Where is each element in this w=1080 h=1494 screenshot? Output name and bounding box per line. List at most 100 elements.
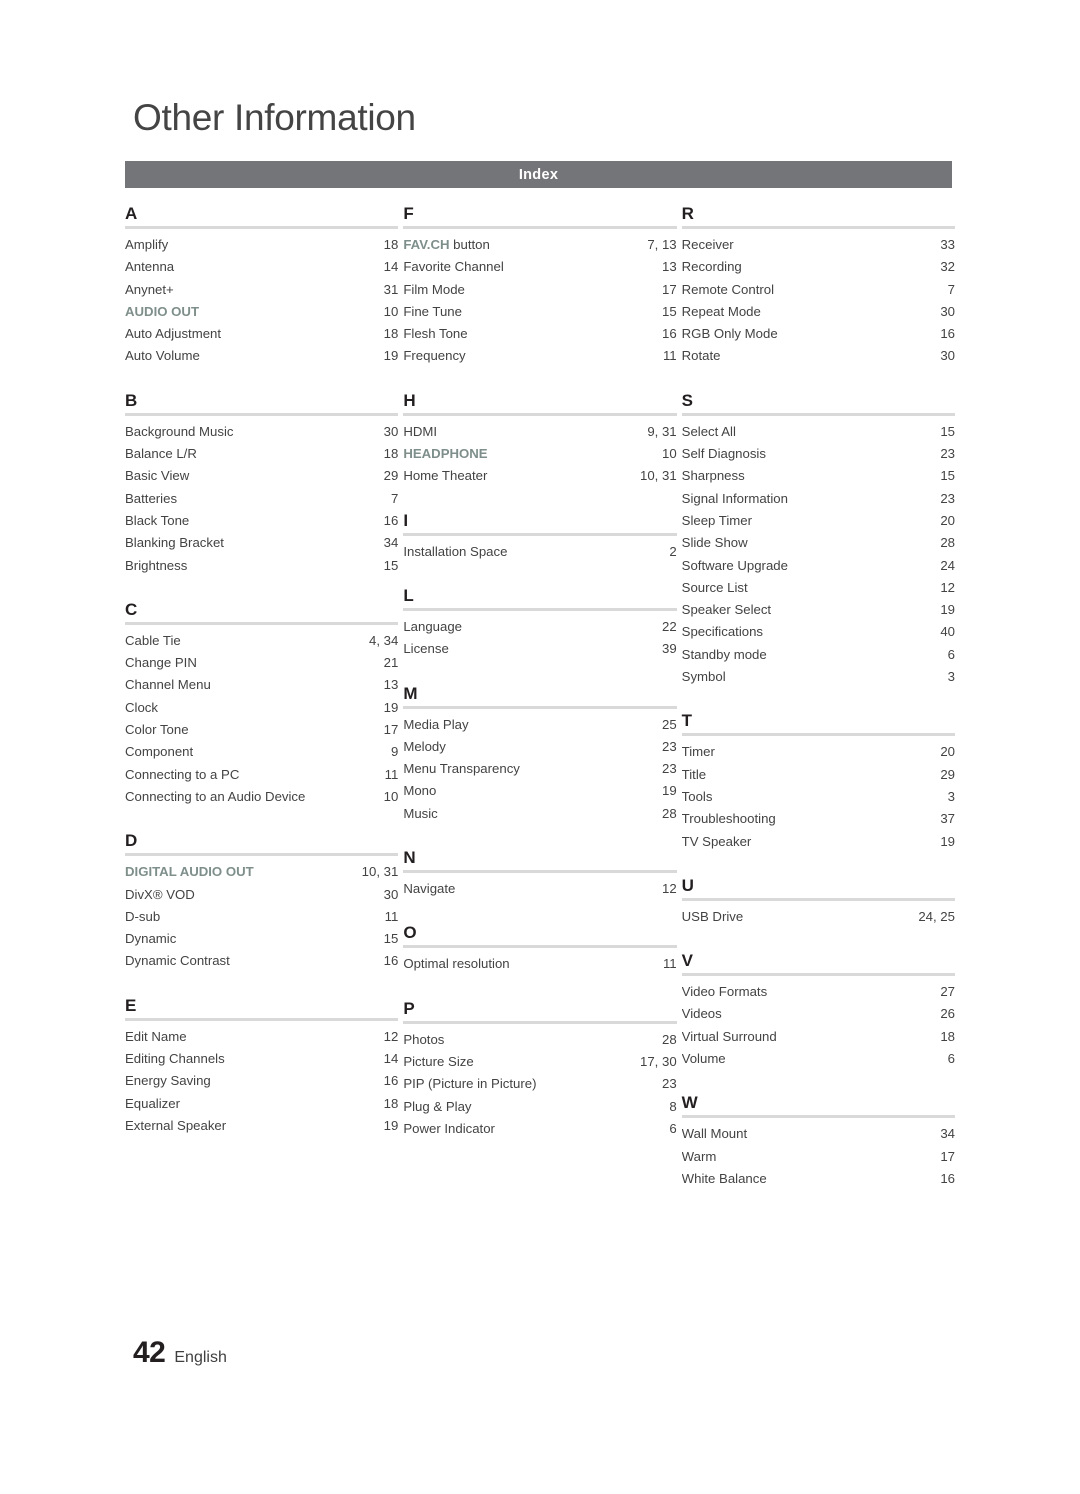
index-entry[interactable]: Edit Name 12 [125,1026,398,1048]
index-entry[interactable]: Connecting to a PC 11 [125,764,398,786]
index-entry[interactable]: Color Tone 17 [125,719,398,741]
index-group-divider [681,897,955,901]
index-entry[interactable]: Background Music 30 [125,421,398,443]
index-entry[interactable]: Signal Information 23 [682,488,955,510]
index-entry[interactable]: Rotate 30 [682,345,955,367]
index-entry[interactable]: Amplify 18 [125,234,398,256]
index-entry[interactable]: Video Formats 27 [682,981,955,1003]
index-entry[interactable]: Plug & Play 8 [403,1096,676,1118]
index-entry[interactable]: Title 29 [682,764,955,786]
index-entry[interactable]: Auto Volume 19 [125,345,398,367]
index-entry[interactable]: Warm 17 [682,1146,955,1168]
index-entry[interactable]: Receiver 33 [682,234,955,256]
index-entry-page: 2 [669,543,677,559]
index-entry[interactable]: HEADPHONE 10 [403,443,676,465]
index-entry[interactable]: Specifications 40 [682,621,955,643]
index-entry-label: Frequency [403,348,466,364]
index-entry[interactable]: Media Play 25 [403,714,676,736]
index-entry[interactable]: Basic View 29 [125,465,398,487]
index-entry[interactable]: Speaker Select 19 [682,599,955,621]
index-entry[interactable]: RGB Only Mode 16 [682,323,955,345]
index-entry[interactable]: Frequency 11 [403,345,676,367]
index-entry[interactable]: Sharpness 15 [682,465,955,487]
index-entry[interactable]: Navigate 12 [403,878,676,900]
index-entry[interactable]: Photos 28 [403,1029,676,1051]
index-entry-label: Wall Mount [681,1126,748,1142]
index-entry[interactable]: D-sub 11 [125,906,398,928]
index-entry[interactable]: Tools 3 [682,786,955,808]
index-entry-page: 10 [383,303,399,319]
index-entry[interactable]: TV Speaker 19 [682,831,955,853]
index-entry[interactable]: DivX® VOD 30 [125,884,398,906]
index-entry[interactable]: Auto Adjustment 18 [125,323,398,345]
index-entry[interactable]: Standby mode 6 [682,644,955,666]
index-entry[interactable]: Channel Menu 13 [125,674,398,696]
index-entry[interactable]: Anynet+ 31 [125,279,398,301]
index-entry[interactable]: Slide Show 28 [682,532,955,554]
index-entry-label: RGB Only Mode [681,326,778,342]
index-entry[interactable]: Music 28 [403,803,676,825]
index-entry-label: Edit Name [125,1028,187,1044]
index-entry[interactable]: Antenna 14 [125,256,398,278]
index-entry[interactable]: HDMI 9, 31 [403,421,676,443]
index-entry[interactable]: License 39 [403,638,676,660]
index-entry[interactable]: Fine Tune 15 [403,301,676,323]
index-entry[interactable]: Volume 6 [682,1048,955,1070]
index-entry[interactable]: Videos 26 [682,1003,955,1025]
index-entry[interactable]: Blanking Bracket 34 [125,532,398,554]
index-entry[interactable]: PIP (Picture in Picture) 23 [403,1073,676,1095]
index-entry[interactable]: Software Upgrade 24 [682,555,955,577]
index-group: L Language 22 License 39 [403,585,677,661]
index-entry[interactable]: Repeat Mode 30 [682,301,955,323]
index-entry[interactable]: Mono 19 [403,780,676,802]
index-entry[interactable]: Optimal resolution 11 [403,953,676,975]
index-entry[interactable]: Home Theater 10, 31 [403,465,676,487]
index-entry[interactable]: Select All 15 [682,421,955,443]
index-entry[interactable]: Melody 23 [403,736,676,758]
index-entry[interactable]: Troubleshooting 37 [682,808,955,830]
index-entry[interactable]: Remote Control 7 [682,279,955,301]
index-entry[interactable]: Balance L/R 18 [125,443,398,465]
index-entry[interactable]: Timer 20 [682,741,955,763]
index-entry[interactable]: Black Tone 16 [125,510,398,532]
index-entry[interactable]: Language 22 [403,616,676,638]
index-group-divider [403,705,677,709]
index-entry[interactable]: Virtual Surround 18 [682,1026,955,1048]
index-entry[interactable]: Energy Saving 16 [125,1070,398,1092]
index-entry-label: Brightness [125,557,188,573]
index-entry[interactable]: AUDIO OUT 10 [125,301,398,323]
index-entry[interactable]: Source List 12 [682,577,955,599]
index-entry[interactable]: Picture Size 17, 30 [403,1051,676,1073]
index-entry[interactable]: Symbol 3 [682,666,955,688]
index-entry-label: Menu Transparency [403,761,520,777]
index-entry[interactable]: DIGITAL AUDIO OUT 10, 31 [125,861,398,883]
index-entry[interactable]: Editing Channels 14 [125,1048,398,1070]
index-entry[interactable]: Favorite Channel 13 [403,256,676,278]
index-entry[interactable]: Cable Tie 4, 34 [125,630,398,652]
index-entry[interactable]: Batteries 7 [125,488,398,510]
index-entry[interactable]: Menu Transparency 23 [403,758,676,780]
index-entry[interactable]: Clock 19 [125,697,398,719]
index-entry[interactable]: Dynamic Contrast 16 [125,950,398,972]
index-entry[interactable]: Component 9 [125,741,398,763]
index-entry[interactable]: Flesh Tone 16 [403,323,676,345]
index-entry-label: License [403,641,449,657]
index-entry[interactable]: Film Mode 17 [403,279,676,301]
index-entry[interactable]: Brightness 15 [125,555,398,577]
index-entry[interactable]: Wall Mount 34 [682,1123,955,1145]
index-entry[interactable]: White Balance 16 [682,1168,955,1190]
index-entry[interactable]: Recording 32 [682,256,955,278]
index-entry[interactable]: Change PIN 21 [125,652,398,674]
index-entry[interactable]: Dynamic 15 [125,928,398,950]
index-entry[interactable]: Connecting to an Audio Device 10 [125,786,398,808]
index-entry[interactable]: FAV.CH button 7, 13 [403,234,676,256]
index-entry[interactable]: Installation Space 2 [403,541,676,563]
index-entry[interactable]: USB Drive 24, 25 [682,906,955,928]
index-entry[interactable]: Sleep Timer 20 [682,510,955,532]
index-entry-page: 19 [940,602,955,618]
index-entry[interactable]: Equalizer 18 [125,1093,398,1115]
index-entry[interactable]: External Speaker 19 [125,1115,398,1137]
index-entry[interactable]: Power Indicator 6 [403,1118,676,1140]
index-entry[interactable]: Self Diagnosis 23 [682,443,955,465]
index-entry-label: Select All [681,423,736,439]
